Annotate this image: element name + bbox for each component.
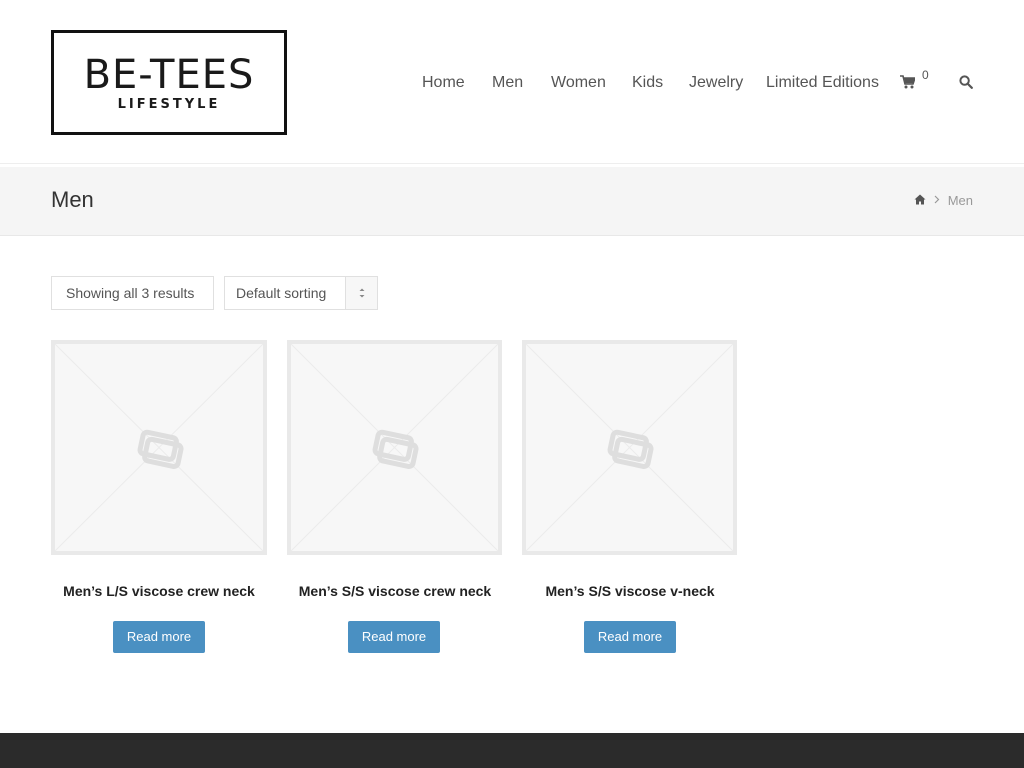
cart-count: 0 bbox=[922, 68, 929, 82]
product-placeholder-image[interactable] bbox=[51, 340, 267, 555]
nav-item-home[interactable]: Home bbox=[422, 73, 465, 93]
sort-arrows-icon bbox=[345, 277, 377, 309]
product-title[interactable]: Men’s L/S viscose crew neck bbox=[31, 583, 287, 599]
page-title: Men bbox=[51, 187, 94, 212]
nav-item-limited-editions[interactable]: Limited Editions bbox=[766, 73, 879, 93]
product-card: Men’s S/S viscose v-neck Read more bbox=[522, 340, 738, 653]
product-placeholder-image[interactable] bbox=[522, 340, 737, 555]
search-icon[interactable] bbox=[959, 75, 973, 94]
chevron-right-icon bbox=[934, 195, 940, 207]
read-more-button[interactable]: Read more bbox=[348, 621, 440, 653]
read-more-button[interactable]: Read more bbox=[113, 621, 205, 653]
product-placeholder-image[interactable] bbox=[287, 340, 502, 555]
breadcrumb: Men bbox=[914, 193, 973, 208]
nav-item-men[interactable]: Men bbox=[492, 73, 523, 93]
product-title[interactable]: Men’s S/S viscose crew neck bbox=[267, 583, 523, 599]
breadcrumb-current: Men bbox=[947, 193, 973, 208]
site-logo[interactable]: BE-TEES LIFESTYLE bbox=[51, 30, 287, 135]
nav-item-jewelry[interactable]: Jewelry bbox=[689, 73, 743, 93]
sort-select[interactable]: Default sorting bbox=[224, 276, 378, 310]
logo-brand-name: BE-TEES bbox=[83, 52, 255, 98]
cart-icon bbox=[900, 75, 917, 94]
product-card: Men’s L/S viscose crew neck Read more bbox=[51, 340, 267, 653]
product-card: Men’s S/S viscose crew neck Read more bbox=[287, 340, 503, 653]
logo-tagline: LIFESTYLE bbox=[117, 97, 221, 112]
placeholder-icon bbox=[372, 429, 419, 469]
read-more-button[interactable]: Read more bbox=[584, 621, 676, 653]
placeholder-icon bbox=[607, 429, 654, 469]
site-header: BE-TEES LIFESTYLE Home Men Women Kids Je… bbox=[0, 0, 1024, 164]
product-title[interactable]: Men’s S/S viscose v-neck bbox=[502, 583, 758, 599]
result-count: Showing all 3 results bbox=[51, 276, 214, 310]
nav-item-women[interactable]: Women bbox=[551, 73, 606, 93]
sort-selected-value: Default sorting bbox=[236, 285, 327, 301]
page-title-bar: Men Men bbox=[0, 167, 1024, 236]
nav-item-kids[interactable]: Kids bbox=[632, 73, 663, 93]
home-icon[interactable] bbox=[914, 193, 926, 208]
cart-button[interactable]: 0 bbox=[900, 68, 936, 94]
site-footer bbox=[0, 733, 1024, 768]
